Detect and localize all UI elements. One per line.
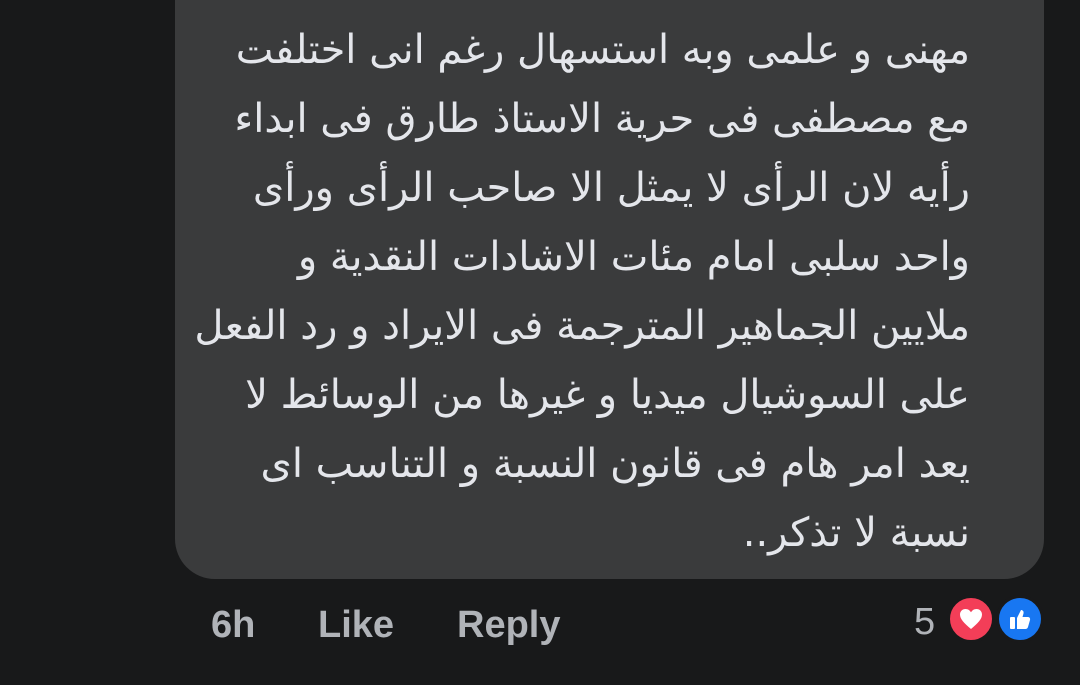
comment-line: مع مصطفى فى حرية الاستاذ طارق فى ابداء [234,96,970,142]
comment-timestamp[interactable]: 6h [211,595,255,655]
like-button[interactable]: Like [318,595,394,655]
comment-text: مهنى و علمى وبه استسهال رغم انى اختلفت م… [150,16,970,568]
reply-button[interactable]: Reply [457,595,560,655]
comment-line: على السوشيال ميديا و غيرها من الوسائط لا [245,372,970,418]
reaction-count[interactable]: 5 [914,595,935,649]
comment-line: مهنى و علمى وبه استسهال رغم انى اختلفت [235,27,970,73]
comment-bubble: مهنى و علمى وبه استسهال رغم انى اختلفت م… [175,0,1044,579]
comment-line: واحد سلبى امام مئات الاشادات النقدية و [297,234,970,280]
heart-icon[interactable] [947,595,995,643]
comment-footer: 6h Like Reply 5 [0,595,1080,655]
thumbs-up-icon[interactable] [996,595,1044,643]
comment-line: يعد امر هام فى قانون النسبة و التناسب اى [260,441,970,487]
comment-line: نسبة لا تذكر.. [742,510,970,556]
heart-icon-glyph [960,609,982,629]
comment-line: ملايين الجماهير المترجمة فى الايراد و رد… [194,303,970,349]
thumbs-up-icon-glyph [1010,610,1031,629]
comment-line: رأيه لان الرأى لا يمثل الا صاحب الرأى ور… [252,165,970,211]
